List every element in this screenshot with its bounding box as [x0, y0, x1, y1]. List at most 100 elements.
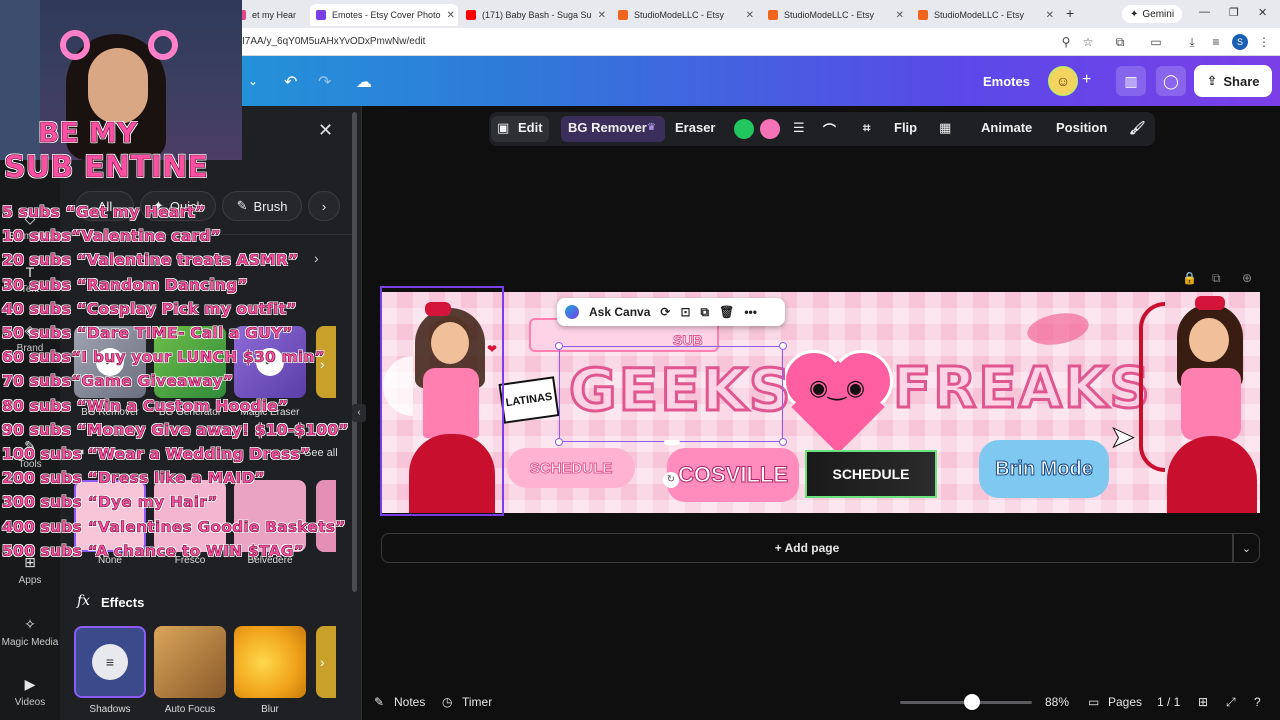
close-window-icon[interactable]: ✕	[1258, 6, 1267, 19]
close-tab-icon[interactable]: ✕	[740, 10, 754, 21]
fullscreen-icon[interactable]: ⤢	[1226, 695, 1236, 710]
schedule-left-sticker[interactable]: SCHEDULE	[507, 448, 635, 488]
redo-icon[interactable]: ↷	[318, 72, 331, 92]
share-button[interactable]: ⇪ Share	[1194, 65, 1272, 97]
rail-item-videos[interactable]: ▶ Videos	[0, 676, 60, 708]
more-options-icon[interactable]: •••	[744, 305, 757, 319]
auto-focus-thumb[interactable]	[154, 626, 226, 698]
eraser-button[interactable]: Eraser	[675, 120, 715, 135]
resize-handle[interactable]	[779, 438, 787, 446]
flip-button[interactable]: Flip	[894, 120, 917, 135]
corner-rounding-icon[interactable]: ⌒	[823, 120, 836, 139]
profile-avatar[interactable]: S	[1232, 34, 1248, 50]
collapse-panel-icon[interactable]: ‹	[352, 404, 366, 422]
close-tab-icon[interactable]: ✕	[1040, 10, 1054, 21]
download-icon[interactable]: ⤓	[1184, 34, 1200, 50]
comments-icon[interactable]: ◯	[1156, 66, 1186, 96]
gemini-button[interactable]: ✦ Gemini	[1122, 5, 1183, 23]
crop-icon[interactable]: ⌗	[863, 120, 870, 136]
browser-tab-6[interactable]: StudioModeLLC - Etsy ✕	[912, 4, 1060, 26]
close-tab-icon[interactable]: ✕	[592, 10, 606, 21]
duplicate-page-icon[interactable]: ⧉	[1212, 271, 1221, 286]
media-icon[interactable]: ≡	[1208, 34, 1224, 50]
close-tab-icon[interactable]: ✕	[890, 10, 904, 21]
blur-thumb[interactable]	[234, 626, 306, 698]
chevron-down-icon[interactable]: ⌄	[248, 74, 258, 88]
heart-with-glasses[interactable]: ◉‿◉	[783, 350, 895, 454]
duplicate-icon[interactable]: ⧉	[701, 305, 710, 320]
selected-text-box[interactable]	[559, 346, 783, 442]
freaks-text[interactable]: FREAKS	[892, 355, 1152, 423]
paint-format-icon[interactable]: 🖌	[1129, 120, 1146, 136]
bg-remover-button[interactable]: BG Remover	[568, 120, 647, 135]
context-toolbar: ▣ Edit BG Remover ♛ Eraser ☰ ⌒ ⌗ Flip ▦ …	[489, 112, 1155, 146]
resize-handle[interactable]	[555, 342, 563, 350]
magic-media-icon: ✧	[24, 616, 36, 632]
bow-shape	[1195, 296, 1225, 310]
close-panel-icon[interactable]: ✕	[318, 120, 333, 141]
add-page-icon[interactable]: ⊕	[1242, 271, 1252, 285]
bookmark-star-icon[interactable]: ☆	[1080, 34, 1096, 50]
border-style-icon[interactable]: ☰	[793, 120, 805, 136]
gemini-icon: ✦	[1130, 8, 1139, 20]
close-tab-icon[interactable]: ✕	[441, 10, 455, 21]
animate-button[interactable]: Animate	[981, 120, 1032, 135]
new-tab-icon[interactable]: +	[1066, 5, 1074, 21]
lock-icon[interactable]: ⊡	[680, 305, 690, 319]
extensions-icon[interactable]: ⧉	[1112, 34, 1128, 50]
cloud-sync-icon[interactable]: ☁	[356, 72, 372, 92]
browser-tab-2[interactable]: Emotes - Etsy Cover Photo ✕	[310, 4, 458, 26]
panel-scrollbar[interactable]	[352, 112, 357, 592]
url-text[interactable]: I7AA/y_6qY0M5uAHxYvODxPmwNw/edit	[242, 36, 425, 47]
ask-canva-button[interactable]: Ask Canva	[589, 305, 650, 319]
browser-tab-3[interactable]: (171) Baby Bash - Suga Su ✕	[460, 4, 610, 26]
browser-tab-5[interactable]: StudioModeLLC - Etsy ✕	[762, 4, 910, 26]
rotate-icon[interactable]: ↻	[663, 472, 679, 488]
add-page-button[interactable]: + Add page	[381, 533, 1233, 563]
transparency-icon[interactable]: ▦	[939, 120, 951, 136]
project-title[interactable]: Emotes	[983, 74, 1030, 89]
schedule-right-sticker[interactable]: SCHEDULE	[805, 450, 937, 498]
timer-button[interactable]: Timer	[462, 695, 492, 709]
shadows-thumb[interactable]: ≡	[74, 626, 146, 698]
selected-image-frame[interactable]	[380, 286, 504, 516]
design-canvas[interactable]: ❤ LATINAS SUB ◉‿◉ GEEKS FREAKS SCHEDULE …	[381, 292, 1260, 513]
rail-item-magic-media[interactable]: ✧ Magic Media	[0, 616, 60, 648]
browser-tab-4[interactable]: StudioModeLLC - Etsy ✕	[612, 4, 760, 26]
restore-icon[interactable]: ❐	[1229, 6, 1239, 19]
cast-icon[interactable]: ▭	[1148, 34, 1164, 50]
chevron-down-icon[interactable]: ⌄	[1233, 533, 1260, 563]
notes-button[interactable]: Notes	[394, 695, 425, 709]
latinas-sticker[interactable]: LATINAS	[498, 376, 560, 424]
sub-goal-item: 500 subs “A chance to WIN $TAG”	[2, 541, 305, 561]
right-character-image[interactable]	[1137, 296, 1257, 513]
more-effects-thumb[interactable]	[316, 626, 336, 698]
position-button[interactable]: Position	[1056, 120, 1107, 135]
resize-handle[interactable]	[779, 342, 787, 350]
add-collaborator-icon[interactable]: +	[1082, 71, 1091, 89]
color-swatch-pink[interactable]	[760, 119, 780, 139]
sub-goal-item: 80 subs “Win a Custom Hoodie”	[2, 396, 289, 415]
zoom-level[interactable]: 88%	[1045, 695, 1069, 709]
pages-button[interactable]: Pages	[1108, 695, 1142, 709]
insights-icon[interactable]: ▥	[1116, 66, 1146, 96]
grid-view-icon[interactable]: ⊞	[1198, 695, 1208, 709]
collaborator-avatar[interactable]: ☺	[1048, 66, 1078, 96]
zoom-slider-thumb[interactable]	[964, 694, 980, 710]
edit-button[interactable]: Edit	[518, 120, 543, 135]
browser-menu-icon[interactable]: ⋮	[1256, 34, 1272, 50]
chevron-right-icon[interactable]: ›	[320, 654, 325, 670]
lock-icon[interactable]: 🔒	[1182, 271, 1197, 285]
minimize-icon[interactable]: —	[1199, 6, 1210, 18]
brin-mode-sticker[interactable]: Brin Mode	[979, 440, 1109, 498]
cosville-sticker[interactable]: COSVILLE	[667, 448, 799, 502]
replace-icon[interactable]: ⟳	[660, 305, 670, 319]
help-icon[interactable]: ?	[1254, 695, 1261, 709]
zoom-icon[interactable]: ⚲	[1058, 34, 1074, 50]
resize-handle[interactable]	[555, 438, 563, 446]
undo-icon[interactable]: ↶	[284, 72, 297, 92]
delete-icon[interactable]: 🗑	[719, 305, 734, 319]
resize-handle[interactable]	[664, 440, 680, 445]
browser-tab-1[interactable]: et my Hear	[230, 4, 310, 26]
color-swatch-green[interactable]	[734, 119, 754, 139]
